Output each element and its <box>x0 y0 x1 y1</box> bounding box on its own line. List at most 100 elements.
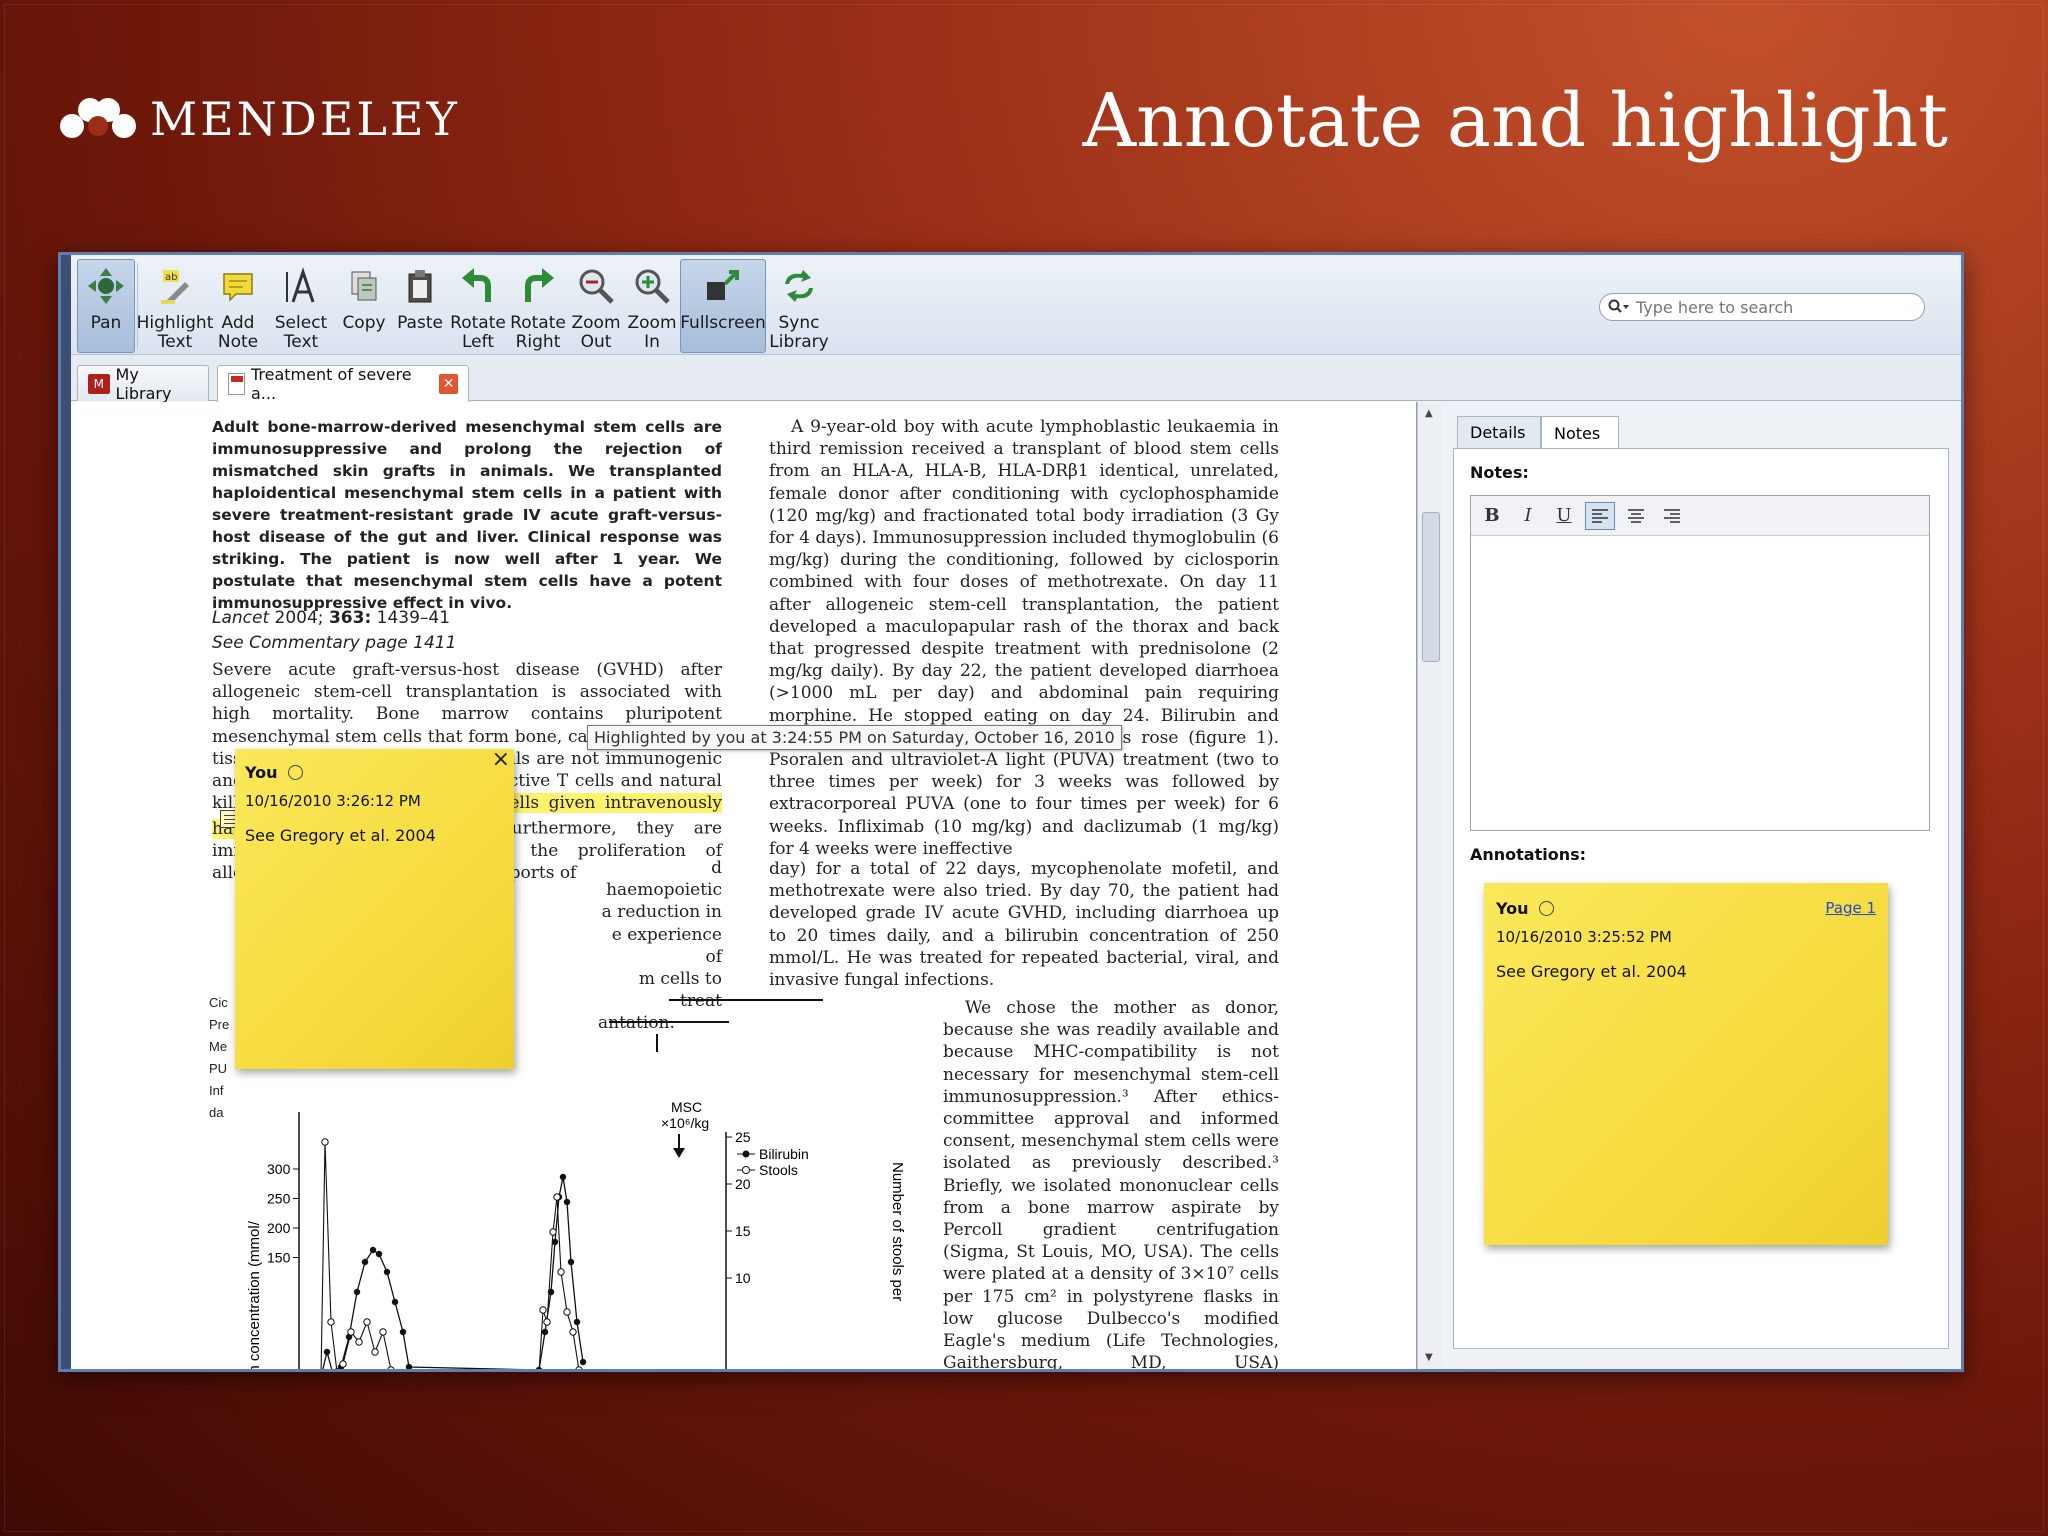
side-panel: Details Notes Notes: B I U Annotations: … <box>1443 402 1961 1369</box>
window-left-edge <box>61 255 71 1369</box>
highlight-tooltip: Highlighted by you at 3:24:55 PM on Satu… <box>587 725 1122 750</box>
bilirubin-point <box>567 1258 575 1266</box>
close-tab-icon[interactable]: ✕ <box>439 374 459 394</box>
paste-button[interactable]: Paste <box>392 259 448 353</box>
annotation-page-link[interactable]: Page 1 <box>1825 899 1876 917</box>
tab-document[interactable]: Treatment of severe a... ✕ <box>217 365 469 403</box>
notes-editor[interactable]: B I U <box>1470 495 1930 831</box>
tab-details[interactable]: Details <box>1457 416 1541 448</box>
msc-annotation-sub: ×10⁶/kg <box>661 1115 709 1131</box>
add-note-button[interactable]: Add Note <box>210 259 266 353</box>
bilirubin-point <box>361 1258 369 1266</box>
pan-button[interactable]: Pan <box>77 259 135 353</box>
bilirubin-point <box>399 1328 407 1336</box>
bold-button[interactable]: B <box>1477 502 1507 530</box>
bilirubin-point <box>405 1363 413 1369</box>
mendeley-logo-icon <box>60 96 136 142</box>
zoom-out-label-1: Zoom <box>571 313 621 333</box>
stools-point <box>575 1366 583 1369</box>
paste-label: Paste <box>397 313 443 333</box>
align-right-button[interactable] <box>1657 502 1687 530</box>
search-input[interactable] <box>1636 297 1906 317</box>
scroll-down-icon[interactable]: ▼ <box>1425 1352 1433 1363</box>
rotate-right-button[interactable]: Rotate Right <box>508 259 568 353</box>
stools-point <box>321 1138 329 1146</box>
right-tick-label: 10 <box>735 1270 751 1286</box>
bilirubin-point <box>369 1246 377 1254</box>
chart-y-label: in concentration (mmol/ <box>246 1220 263 1369</box>
note-text[interactable]: See Gregory et al. 2004 <box>245 826 504 845</box>
align-right-icon <box>1664 508 1680 523</box>
sync-library-button[interactable]: Sync Library <box>766 259 832 353</box>
note-author: You <box>245 763 504 782</box>
stools-point <box>557 1268 565 1276</box>
highlight-label-1: Highlight <box>136 313 214 333</box>
library-icon: M <box>88 373 110 394</box>
sync-icon <box>777 264 821 308</box>
annotation-timestamp: 10/16/2010 3:25:52 PM <box>1496 928 1672 946</box>
select-text-label-2: Text <box>283 332 319 352</box>
stools-point <box>371 1348 379 1356</box>
underline-button[interactable]: U <box>1549 502 1579 530</box>
left-y-axis: 300 250 200 150 <box>267 1112 300 1369</box>
stools-point <box>379 1328 387 1336</box>
legend-marker-stools <box>742 1166 750 1174</box>
abstract: Adult bone-marrow-derived mesenchymal st… <box>212 418 722 612</box>
align-left-button[interactable] <box>1585 501 1615 530</box>
scrollbar-thumb[interactable] <box>1422 512 1440 662</box>
stools-point <box>569 1328 577 1336</box>
bilirubin-point <box>323 1348 331 1356</box>
pdf-viewer[interactable]: Adult bone-marrow-derived mesenchymal st… <box>71 402 1417 1369</box>
note-timestamp: 10/16/2010 3:26:12 PM <box>245 792 421 810</box>
tab-notes[interactable]: Notes <box>1541 416 1619 449</box>
zoom-in-label-2: In <box>644 332 660 352</box>
bilirubin-point <box>391 1298 399 1306</box>
bilirubin-point <box>563 1198 571 1206</box>
rotate-right-label-1: Rotate <box>510 313 566 333</box>
left-tick-label: 150 <box>267 1250 291 1266</box>
italic-button[interactable]: I <box>1513 502 1543 530</box>
legend-stools: Stools <box>759 1162 798 1178</box>
bilirubin-point <box>541 1328 549 1336</box>
notes-label: Notes: <box>1470 463 1529 482</box>
bilirubin-point <box>579 1358 587 1366</box>
annotation-note[interactable]: You 10/16/2010 3:25:52 PM See Gregory et… <box>1484 883 1888 1245</box>
select-text-button[interactable]: Select Text <box>266 259 336 353</box>
close-note-icon[interactable]: × <box>492 747 510 772</box>
cite-year: 2004; <box>274 608 324 628</box>
search-icon <box>1608 299 1629 313</box>
slide-title: Annotate and highlight <box>1082 78 1948 164</box>
right-col-intro: A 9-year-old boy with acute lymphoblasti… <box>769 417 1279 859</box>
left-tick-label: 200 <box>267 1220 291 1236</box>
cite-journal: Lancet <box>212 608 270 628</box>
note-icon <box>216 264 260 308</box>
stools-point <box>553 1193 561 1201</box>
sync-label-1: Sync <box>778 313 820 333</box>
copy-button[interactable]: Copy <box>336 259 392 353</box>
align-center-icon <box>1628 508 1644 523</box>
msc-annotation: MSC <box>671 1099 702 1115</box>
annotation-text: See Gregory et al. 2004 <box>1496 962 1687 981</box>
document-scrollbar[interactable]: ▲ ▼ <box>1417 402 1443 1369</box>
tab-my-library[interactable]: M My Library <box>77 365 209 403</box>
zoom-out-button[interactable]: Zoom Out <box>568 259 624 353</box>
align-center-button[interactable] <box>1621 502 1651 530</box>
note-author-name: You <box>245 763 278 782</box>
zoom-in-label-1: Zoom <box>627 313 677 333</box>
add-note-label-1: Add <box>221 313 255 333</box>
rotate-right-icon <box>516 264 560 308</box>
pan-icon <box>84 264 128 308</box>
sticky-note-popup[interactable]: You 10/16/2010 3:26:12 PM See Gregory et… <box>235 747 514 1069</box>
rotate-left-button[interactable]: Rotate Left <box>448 259 508 353</box>
fullscreen-button[interactable]: Fullscreen <box>680 259 766 353</box>
annotation-author-name: You <box>1496 899 1529 918</box>
rotate-left-label-2: Left <box>462 332 494 352</box>
select-text-label-1: Select <box>274 313 328 333</box>
tail-line-3: e experience of <box>611 924 722 967</box>
scroll-up-icon[interactable]: ▲ <box>1425 408 1433 419</box>
search-box[interactable] <box>1599 293 1925 321</box>
zoom-in-button[interactable]: Zoom In <box>624 259 680 353</box>
highlight-text-button[interactable]: ab Highlight Text <box>137 259 213 353</box>
sync-label-2: Library <box>769 332 829 352</box>
stools-point <box>347 1328 355 1336</box>
